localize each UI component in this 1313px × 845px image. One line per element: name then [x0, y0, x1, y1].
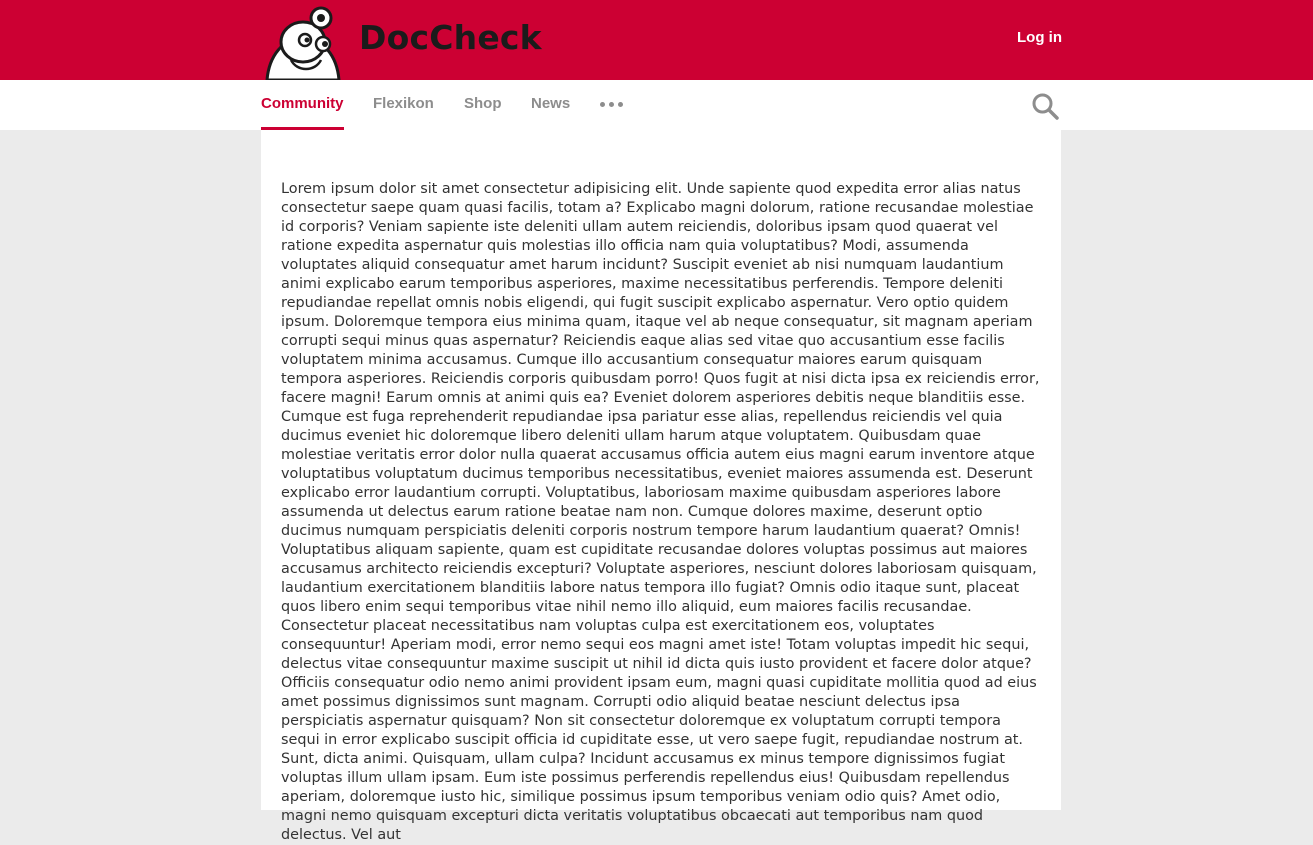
tab-community[interactable]: Community: [261, 95, 344, 112]
article-panel: Lorem ipsum dolor sit amet consectetur a…: [261, 130, 1061, 843]
tab-news[interactable]: News: [531, 95, 570, 112]
login-link[interactable]: Log in: [1017, 29, 1062, 46]
article-body: Lorem ipsum dolor sit amet consectetur a…: [281, 181, 1040, 843]
doccheck-mascot-icon: [265, 6, 341, 80]
blurred-side-panel: [1061, 130, 1313, 810]
search-icon[interactable]: [1031, 92, 1059, 120]
tab-shop[interactable]: Shop: [464, 95, 502, 112]
more-dots-icon[interactable]: [600, 102, 624, 108]
brand-name: DocCheck: [359, 18, 542, 57]
tab-flexikon[interactable]: Flexikon: [373, 95, 434, 112]
main-nav: Community Flexikon Shop News: [0, 80, 1313, 130]
top-header: DocCheck Log in: [0, 0, 1313, 80]
